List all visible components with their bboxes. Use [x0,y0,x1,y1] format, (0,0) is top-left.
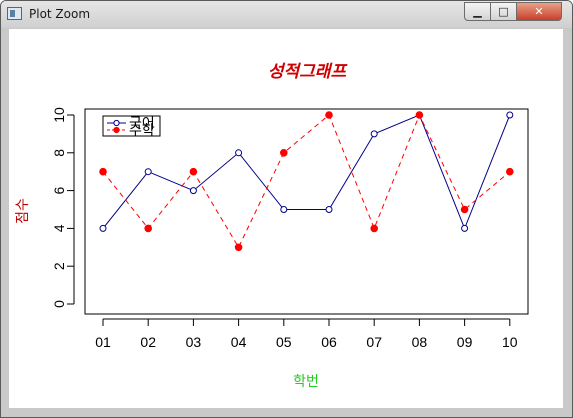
y-tick-label: 10 [51,107,67,123]
series-1-point [506,111,514,119]
window-app-icon [7,7,22,20]
series-1-point [280,206,288,213]
line-chart: 성적그래프 0246810 01 02 03 04 05 06 07 08 09 10 학번 점수… [15,62,529,390]
series-1-line [102,114,511,230]
x-tick-label: 06 [321,334,337,350]
series-2-point [460,205,469,214]
series-2-point [370,224,379,233]
y-tick-label: 2 [51,262,67,270]
series-2-point [506,167,514,176]
x-tick-label: 09 [457,334,473,350]
close-button[interactable]: ✕ [516,2,562,21]
series-1-point [235,149,243,157]
x-tick-label: 07 [366,334,382,350]
y-tick-label: 4 [51,224,67,232]
series-2-point [280,149,288,157]
series-1-point [144,168,152,176]
y-axis-label: 점수 [15,198,31,224]
x-tick-label: 04 [231,334,247,350]
series-2-line [102,113,511,249]
series-1-point [325,206,333,213]
series-2-point [189,167,198,176]
series-1-point [370,130,378,138]
legend: 국어 수학 [102,115,161,139]
x-tick-label: 08 [412,334,428,350]
window-title: Plot Zoom [29,7,91,21]
y-tick-label: 6 [51,186,67,194]
series-1-point [99,224,107,232]
maximize-button[interactable]: □ [490,2,517,21]
x-tick-label: 02 [140,334,156,350]
plot-area: 성적그래프 0 2 4 6 8 10 01 02 03 04 05 06 07 08 09 10 학번 점수… [9,29,563,408]
series-2-point [144,224,152,233]
series-2-point [234,243,243,252]
chart-title: 성적그래프 [268,62,349,82]
minimize-button[interactable]: ▁ [464,2,491,21]
x-tick-label: 10 [502,334,518,350]
y-tick-label: 0 [51,300,67,308]
legend-marker-1 [113,119,120,127]
x-tick-label: 03 [186,334,202,350]
x-axis-label: 학번 [293,374,319,390]
x-axis: 01 02 03 04 05 06 07 08 09 10 [95,318,518,350]
legend-marker-2 [113,126,120,134]
series-1-point [461,224,469,232]
title-bar[interactable]: Plot Zoom ▁ □ ✕ [1,1,572,28]
plot-zoom-window: Plot Zoom ▁ □ ✕ 성적그래프 0 2 4 6 8 10 01 02 03 04 05… [0,0,573,418]
series-2-point [99,167,107,176]
x-tick-label: 05 [276,334,292,350]
y-tick-label: 8 [51,149,67,157]
y-axis: 0 2 4 6 8 10 [51,107,75,308]
legend-label-2: 수학 [129,123,155,139]
series-1-point [189,187,197,195]
series-2-point [415,111,424,119]
x-tick-label: 01 [95,334,111,350]
series-layer [99,111,514,252]
series-2-point [325,111,333,119]
